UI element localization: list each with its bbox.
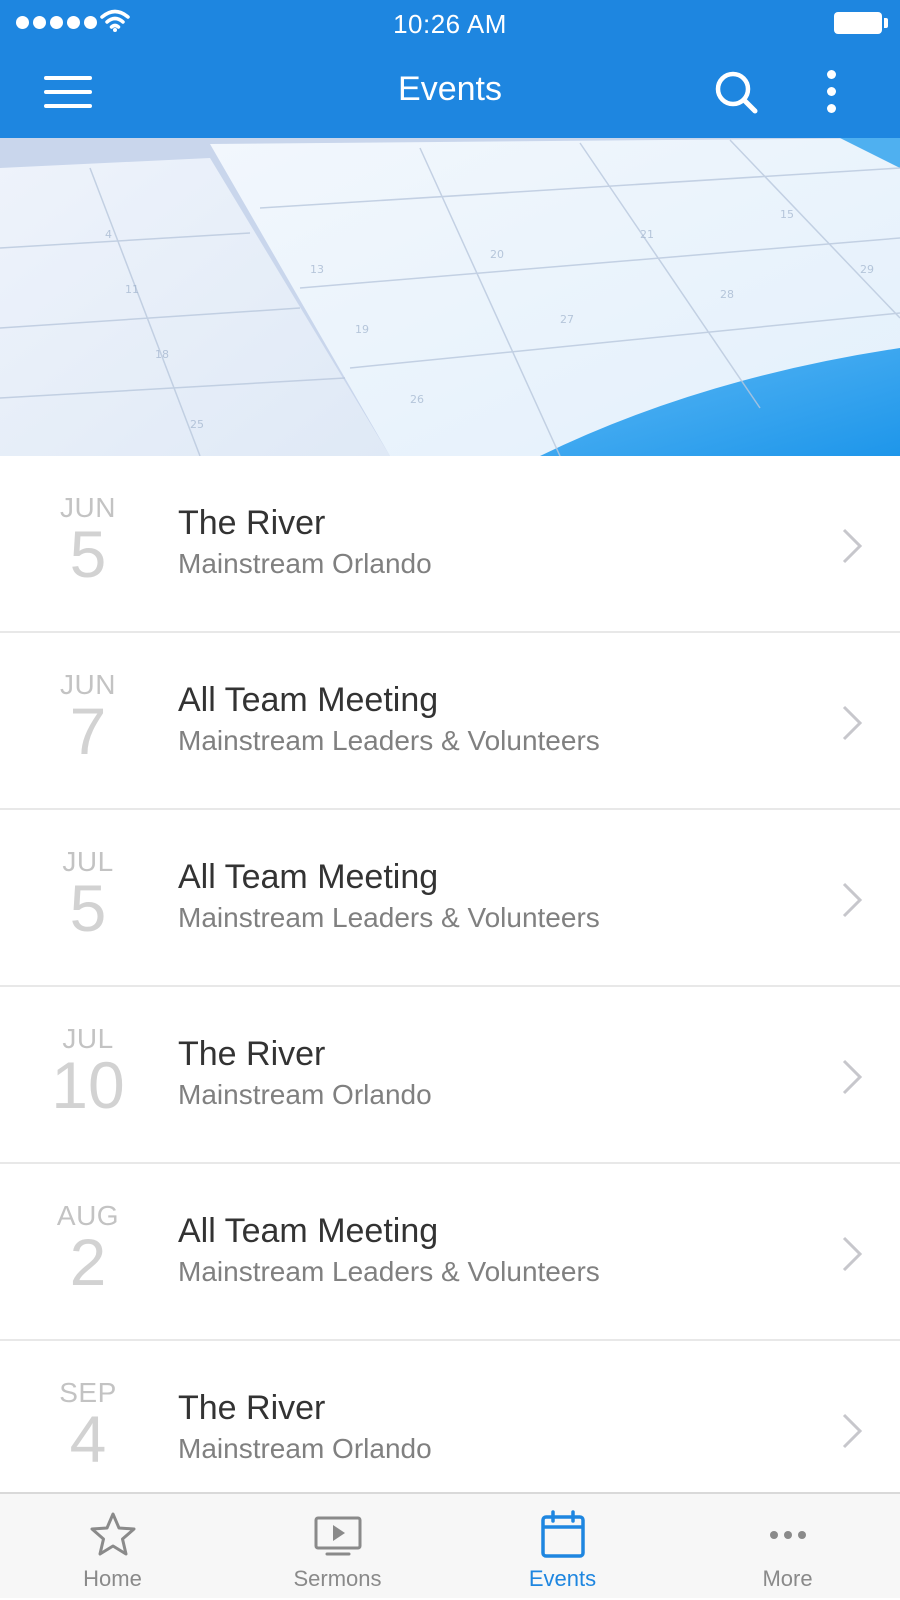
event-day: 5 (69, 871, 107, 945)
svg-text:15: 15 (780, 208, 794, 221)
calendar-icon (541, 1510, 585, 1558)
event-title: All Team Meeting (178, 681, 439, 719)
event-title: The River (178, 1389, 326, 1427)
tab-label: Events (528, 1566, 597, 1591)
event-row[interactable]: JUN 5 The River Mainstream Orlando (0, 456, 900, 633)
nav-bar: Events (0, 46, 900, 138)
chevron-right-icon (842, 705, 863, 741)
svg-text:21: 21 (640, 228, 654, 241)
svg-text:18: 18 (155, 348, 169, 361)
event-day: 4 (69, 1402, 107, 1476)
more-dots-icon (770, 1531, 806, 1539)
svg-text:28: 28 (720, 288, 734, 301)
overflow-menu-icon[interactable] (820, 68, 844, 116)
event-location: Mainstream Leaders & Volunteers (178, 725, 600, 756)
svg-text:4: 4 (105, 228, 112, 241)
event-location: Mainstream Leaders & Volunteers (178, 902, 600, 933)
calendar-banner-image: 4 11 18 25 13 19 26 20 27 21 28 15 29 (0, 138, 900, 456)
event-day: 7 (69, 694, 107, 768)
chevron-right-icon (842, 528, 863, 564)
tab-bar: Home Sermons Events More (0, 1492, 900, 1598)
event-day: 5 (69, 517, 107, 591)
tv-play-icon (314, 1516, 362, 1556)
svg-text:13: 13 (310, 263, 324, 276)
event-row[interactable]: JUL 10 The River Mainstream Orlando (0, 987, 900, 1164)
event-title: The River (178, 1035, 326, 1073)
event-row[interactable]: SEP 4 The River Mainstream Orlando (0, 1341, 900, 1492)
battery-icon (834, 12, 888, 34)
svg-text:27: 27 (560, 313, 574, 326)
event-list: JUN 5 The River Mainstream Orlando JUN 7… (0, 456, 900, 1492)
tab-more[interactable]: More (675, 1494, 900, 1600)
tab-home[interactable]: Home (0, 1494, 225, 1600)
svg-text:11: 11 (125, 283, 139, 296)
chevron-right-icon (842, 1413, 863, 1449)
svg-text:25: 25 (190, 418, 204, 431)
search-icon[interactable] (712, 68, 760, 116)
event-row[interactable]: JUL 5 All Team Meeting Mainstream Leader… (0, 810, 900, 987)
tab-sermons[interactable]: Sermons (225, 1494, 450, 1600)
tab-label: More (762, 1566, 813, 1591)
event-location: Mainstream Orlando (178, 1433, 432, 1464)
event-title: The River (178, 504, 326, 542)
event-day: 10 (51, 1048, 125, 1122)
tab-events[interactable]: Events (450, 1494, 675, 1600)
event-title: All Team Meeting (178, 1212, 439, 1250)
event-day: 2 (69, 1225, 107, 1299)
svg-text:26: 26 (410, 393, 424, 406)
star-icon (90, 1512, 136, 1556)
svg-text:20: 20 (490, 248, 504, 261)
event-row[interactable]: JUN 7 All Team Meeting Mainstream Leader… (0, 633, 900, 810)
event-location: Mainstream Leaders & Volunteers (178, 1256, 600, 1287)
svg-text:19: 19 (355, 323, 369, 336)
event-title: All Team Meeting (178, 858, 439, 896)
event-row[interactable]: AUG 2 All Team Meeting Mainstream Leader… (0, 1164, 900, 1341)
chevron-right-icon (842, 1236, 863, 1272)
svg-text:29: 29 (860, 263, 874, 276)
page-title: Events (398, 70, 502, 108)
event-location: Mainstream Orlando (178, 1079, 432, 1110)
status-bar: 10:26 AM (0, 0, 900, 46)
chevron-right-icon (842, 882, 863, 918)
tab-label: Sermons (293, 1566, 382, 1591)
event-location: Mainstream Orlando (178, 548, 432, 579)
chevron-right-icon (842, 1059, 863, 1095)
status-time: 10:26 AM (393, 9, 507, 39)
tab-label: Home (83, 1566, 142, 1591)
